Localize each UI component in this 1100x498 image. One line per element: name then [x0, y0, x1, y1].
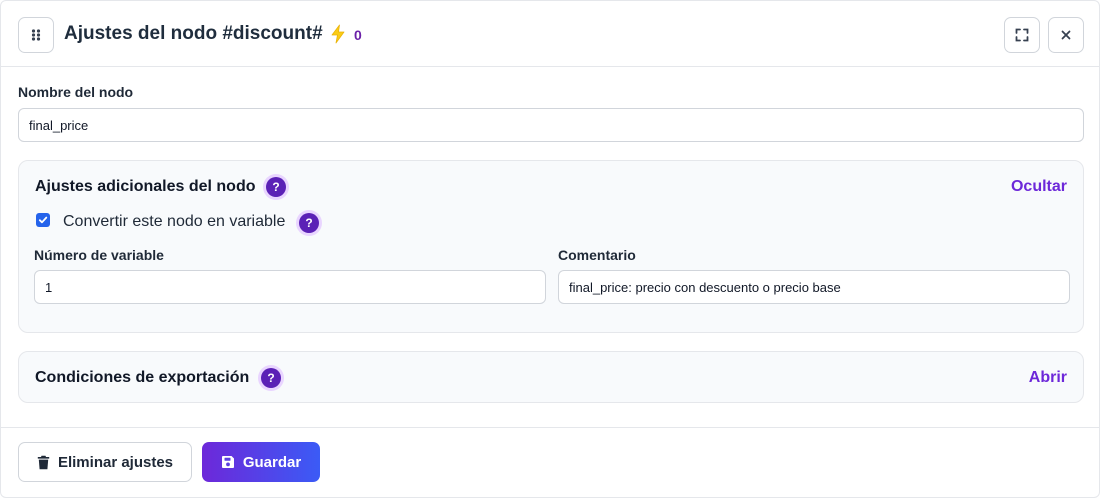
close-button[interactable] — [1048, 17, 1084, 53]
convert-variable-help-icon[interactable]: ? — [299, 213, 319, 233]
additional-settings-card: Ajustes adicionales del nodo ? Ocultar C… — [18, 160, 1084, 333]
export-conditions-title: Condiciones de exportación — [35, 369, 250, 386]
hide-toggle-link[interactable]: Ocultar — [1011, 178, 1067, 196]
node-name-label: Nombre del nodo — [18, 84, 134, 100]
panel-header: Ajustes del nodo #discount# 0 — [1, 1, 1099, 67]
lightning-bolt-icon — [331, 24, 345, 44]
floppy-disk-icon — [221, 456, 234, 468]
additional-settings-help-icon[interactable]: ? — [266, 177, 286, 197]
bolt-count: 0 — [354, 27, 362, 43]
comment-label: Comentario — [558, 247, 636, 263]
close-icon — [1061, 30, 1071, 40]
drag-handle-icon — [31, 29, 41, 41]
export-conditions-help-icon[interactable]: ? — [261, 368, 281, 388]
delete-settings-button[interactable]: Eliminar ajustes — [18, 442, 192, 482]
additional-settings-title: Ajustes adicionales del nodo — [35, 178, 256, 195]
save-button[interactable]: Guardar — [202, 442, 320, 482]
node-name-input[interactable] — [18, 108, 1084, 142]
delete-settings-label: Eliminar ajustes — [57, 453, 174, 471]
variable-number-input[interactable] — [34, 270, 546, 304]
expand-button[interactable] — [1004, 17, 1040, 53]
panel-title: Ajustes del nodo #discount# — [64, 23, 323, 44]
trash-icon — [37, 455, 50, 469]
expand-icon — [1015, 28, 1029, 42]
open-toggle-link[interactable]: Abrir — [1029, 369, 1067, 387]
variable-number-label: Número de variable — [34, 247, 164, 263]
node-settings-panel: Ajustes del nodo #discount# 0 Nombre del… — [0, 0, 1100, 498]
convert-variable-label: Convertir este nodo en variable — [63, 213, 286, 230]
comment-input[interactable] — [558, 270, 1070, 304]
save-label: Guardar — [242, 453, 302, 471]
checkmark-icon — [38, 216, 48, 224]
export-conditions-card: Condiciones de exportación ? Abrir — [18, 351, 1084, 403]
drag-handle-button[interactable] — [18, 17, 54, 53]
convert-variable-checkbox[interactable] — [36, 213, 50, 227]
